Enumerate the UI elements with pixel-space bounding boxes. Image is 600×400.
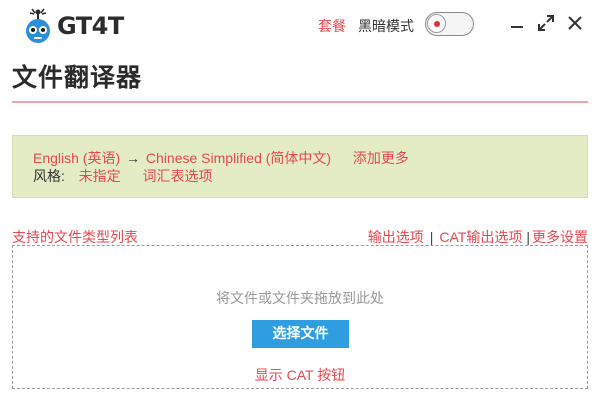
arrow-icon: →: [126, 150, 141, 166]
file-drop-zone[interactable]: 将文件或文件夹拖放到此处 选择文件 显示 CAT 按钮: [12, 245, 588, 389]
separator: |: [429, 229, 434, 245]
toggle-indicator-dot: [434, 21, 440, 27]
add-more-link[interactable]: 添加更多: [353, 150, 409, 166]
close-button[interactable]: [564, 12, 586, 34]
app-logo: GT4T: [22, 6, 132, 46]
maximize-icon: [538, 15, 554, 31]
plan-link[interactable]: 套餐: [318, 16, 346, 36]
style-label: 风格:: [33, 168, 65, 184]
more-settings-link[interactable]: 更多设置: [532, 229, 588, 245]
toggle-knob: [427, 14, 446, 33]
logo-text: GT4T: [57, 12, 124, 40]
options-links: 输出选项 | CAT输出选项 | 更多设置: [368, 227, 588, 247]
cat-output-options-link[interactable]: CAT输出选项: [439, 229, 522, 245]
title-bar: GT4T 套餐 黑暗模式: [0, 0, 600, 52]
language-panel: English (英语) → Chinese Simplified (简体中文)…: [12, 135, 588, 198]
minimize-button[interactable]: [506, 12, 528, 34]
drop-hint: 将文件或文件夹拖放到此处: [216, 290, 384, 306]
page-title: 文件翻译器: [12, 63, 143, 92]
style-value-link[interactable]: 未指定: [79, 168, 121, 184]
title-divider: [12, 101, 588, 103]
glossary-options-link[interactable]: 词汇表选项: [142, 168, 212, 184]
source-language-link[interactable]: English (英语): [33, 150, 120, 166]
select-file-button[interactable]: 选择文件: [252, 320, 349, 348]
robot-logo-icon: [22, 8, 54, 44]
show-cat-button-link[interactable]: 显示 CAT 按钮: [13, 365, 587, 385]
language-pair-row: English (英语) → Chinese Simplified (简体中文)…: [33, 149, 567, 167]
output-options-link[interactable]: 输出选项: [368, 229, 424, 245]
dark-mode-label: 黑暗模式: [358, 18, 414, 34]
minimize-icon: [511, 26, 523, 28]
separator: |: [526, 229, 530, 245]
dark-mode-toggle[interactable]: [425, 12, 474, 36]
supported-file-types-link[interactable]: 支持的文件类型列表: [12, 227, 138, 247]
style-row: 风格: 未指定 词汇表选项: [33, 167, 567, 185]
maximize-button[interactable]: [535, 12, 557, 34]
target-language-link[interactable]: Chinese Simplified (简体中文): [146, 150, 331, 166]
close-icon: [568, 16, 582, 30]
